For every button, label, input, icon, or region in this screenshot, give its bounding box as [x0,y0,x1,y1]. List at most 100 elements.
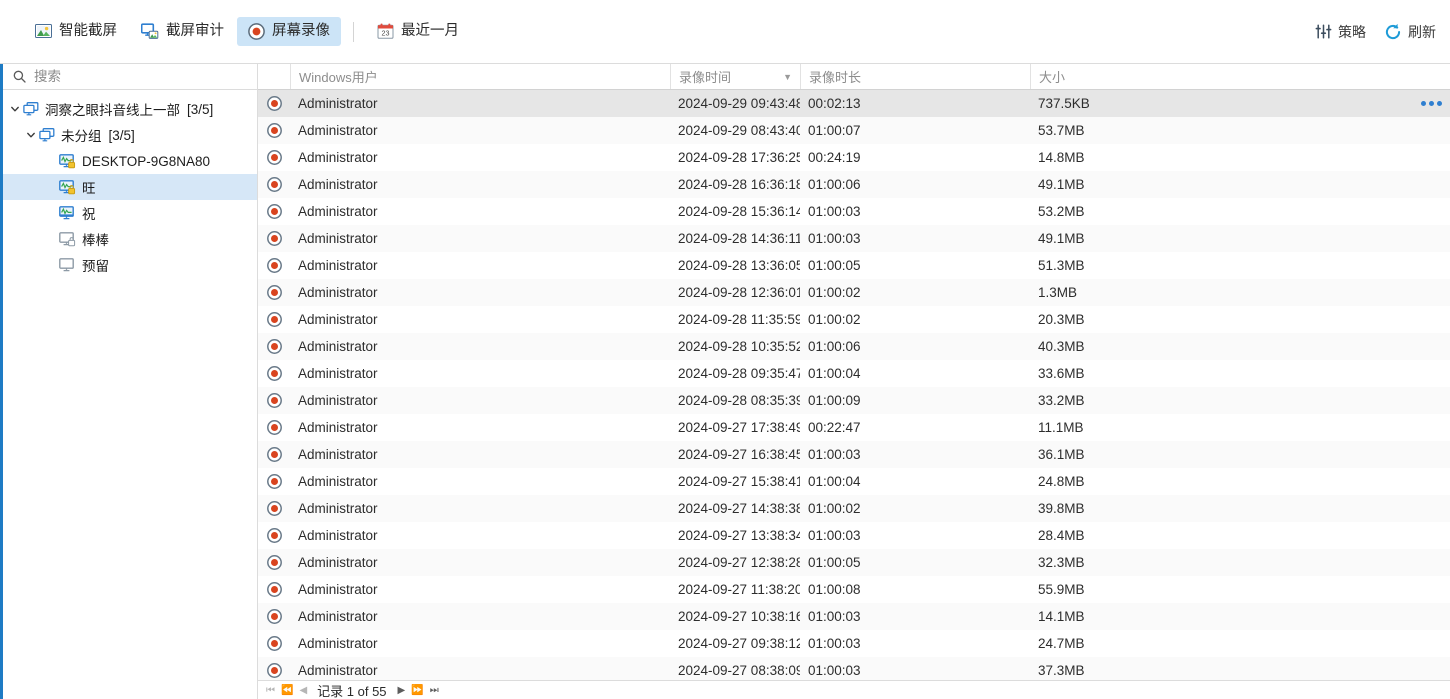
cell-user: Administrator [298,501,378,516]
tab-screen-recording[interactable]: 屏幕录像 [237,17,341,46]
monitor-offline-locked-icon [59,231,76,247]
tree-item-bangbang[interactable]: 棒棒 [3,226,257,252]
cell-user: Administrator [298,474,378,489]
cell-duration: 01:00:04 [808,474,861,489]
refresh-button[interactable]: 刷新 [1384,22,1436,42]
table-row[interactable]: Administrator 2024-09-29 08:43:40 01:00:07… [258,117,1450,144]
column-header-size[interactable]: 大小 [1030,64,1450,89]
column-header-time[interactable]: 录像时间 ▼ [670,64,800,89]
recordings-table: Windows用户 录像时间 ▼ 录像时长 大小 Administrator 20… [258,64,1450,699]
tab-screen-recording-label: 屏幕录像 [272,23,330,40]
tree-item-zhu[interactable]: 祝 [3,200,257,226]
cell-duration: 01:00:02 [808,501,861,516]
table-row[interactable]: Administrator 2024-09-27 12:38:28 01:00:05… [258,549,1450,576]
cell-user: Administrator [298,312,378,327]
cell-size: 51.3MB [1038,258,1085,273]
table-row[interactable]: Administrator 2024-09-27 10:38:16 01:00:03… [258,603,1450,630]
page-prev-button[interactable]: ◀ [299,685,307,696]
cell-size: 53.2MB [1038,204,1085,219]
record-dot-icon [258,447,290,462]
table-row[interactable]: Administrator 2024-09-28 16:36:18 01:00:06… [258,171,1450,198]
table-row[interactable]: Administrator 2024-09-27 15:38:41 01:00:04… [258,468,1450,495]
cell-size: 11.1MB [1038,420,1084,435]
toolbar-tab-group: 智能截屏 截屏审计 屏幕录像 23 最近一月 [24,17,470,46]
table-row[interactable]: Administrator 2024-09-29 09:43:48 00:02:13… [258,90,1450,117]
cell-size: 24.7MB [1038,636,1085,651]
cell-user: Administrator [298,663,378,678]
table-row[interactable]: Administrator 2024-09-27 09:38:12 01:00:03… [258,630,1450,657]
column-header-duration-label: 录像时长 [809,70,862,85]
record-dot-icon [258,312,290,327]
cell-duration: 01:00:06 [808,177,861,192]
calendar-icon: 23 [377,23,394,40]
table-row[interactable]: Administrator 2024-09-27 14:38:38 01:00:02… [258,495,1450,522]
toolbar-divider [353,21,354,42]
column-header-duration[interactable]: 录像时长 [800,64,1030,89]
table-row[interactable]: Administrator 2024-09-27 08:38:09 01:00:03… [258,657,1450,680]
page-first-button[interactable]: ⏮ [266,685,275,696]
cell-duration: 01:00:03 [808,231,861,246]
tab-smart-screenshot[interactable]: 智能截屏 [24,17,128,46]
table-row[interactable]: Administrator 2024-09-28 13:36:05 01:00:05… [258,252,1450,279]
cell-size: 40.3MB [1038,339,1085,354]
page-next-fast-button[interactable]: ⏩ [411,685,423,696]
policy-button-label: 策略 [1338,23,1366,40]
record-dot-icon [258,204,290,219]
cell-size: 33.6MB [1038,366,1085,381]
tree-item-label: 祝 [82,207,96,222]
tree-item-label: 旺 [82,181,96,196]
column-header-user[interactable]: Windows用户 [290,64,670,89]
sidebar: 洞察之眼抖音线上一部 [3/5] 未分组 [3,64,258,699]
table-row[interactable]: Administrator 2024-09-28 14:36:11 01:00:03… [258,225,1450,252]
record-dot-icon [258,663,290,678]
date-range-filter[interactable]: 23 最近一月 [366,17,470,46]
table-row[interactable]: Administrator 2024-09-27 13:38:34 01:00:03… [258,522,1450,549]
page-next-button[interactable]: ▶ [398,685,406,696]
cell-duration: 00:02:13 [808,96,861,111]
tree-item-ungrouped[interactable]: 未分组 [3/5] [3,122,257,148]
record-dot-icon [258,285,290,300]
cell-user: Administrator [298,528,378,543]
cell-size: 39.8MB [1038,501,1085,516]
policy-button[interactable]: 策略 [1315,22,1366,42]
table-row[interactable]: Administrator 2024-09-28 17:36:25 00:24:19… [258,144,1450,171]
main-toolbar: 智能截屏 截屏审计 屏幕录像 23 最近一月 策略 刷新 [0,0,1450,64]
cell-time: 2024-09-28 17:36:25 [678,150,800,165]
tree-item-desktop-9g8na80[interactable]: DESKTOP-9G8NA80 [3,148,257,174]
monitor-locked-icon [59,179,76,195]
group-icon [39,127,55,143]
table-row[interactable]: Administrator 2024-09-28 09:35:47 01:00:04… [258,360,1450,387]
table-row[interactable]: Administrator 2024-09-27 11:38:20 01:00:08… [258,576,1450,603]
table-header-row: Windows用户 录像时间 ▼ 录像时长 大小 [258,64,1450,90]
page-last-button[interactable]: ⏭ [430,685,439,696]
column-header-gutter [258,64,290,89]
record-dot-icon [258,123,290,138]
cell-size: 55.9MB [1038,582,1085,597]
chevron-down-icon[interactable] [23,130,39,140]
table-row[interactable]: Administrator 2024-09-28 12:36:01 01:00:02… [258,279,1450,306]
cell-time: 2024-09-28 13:36:05 [678,258,800,273]
tree-item-group-root[interactable]: 洞察之眼抖音线上一部 [3/5] [3,96,257,122]
table-row[interactable]: Administrator 2024-09-28 15:36:14 01:00:03… [258,198,1450,225]
cell-user: Administrator [298,285,378,300]
record-dot-icon [258,339,290,354]
table-row[interactable]: Administrator 2024-09-27 17:38:49 00:22:47… [258,414,1450,441]
search-input[interactable] [34,69,247,84]
sidebar-search[interactable] [3,64,257,90]
more-dots-icon[interactable] [1421,90,1442,117]
record-dot-icon [258,96,290,111]
tab-screenshot-audit[interactable]: 截屏审计 [130,17,235,46]
page-prev-fast-button[interactable]: ⏪ [281,685,293,696]
cell-user: Administrator [298,609,378,624]
chevron-down-icon[interactable] [7,104,23,114]
cell-duration: 01:00:02 [808,312,861,327]
table-row[interactable]: Administrator 2024-09-27 16:38:45 01:00:03… [258,441,1450,468]
tree-item-yuliu[interactable]: 预留 [3,252,257,278]
cell-user: Administrator [298,447,378,462]
table-row[interactable]: Administrator 2024-09-28 08:35:39 01:00:09… [258,387,1450,414]
cell-duration: 01:00:07 [808,123,861,138]
table-row[interactable]: Administrator 2024-09-28 11:35:59 01:00:02… [258,306,1450,333]
record-dot-icon [258,420,290,435]
tree-item-wang[interactable]: 旺 [3,174,257,200]
table-row[interactable]: Administrator 2024-09-28 10:35:52 01:00:06… [258,333,1450,360]
